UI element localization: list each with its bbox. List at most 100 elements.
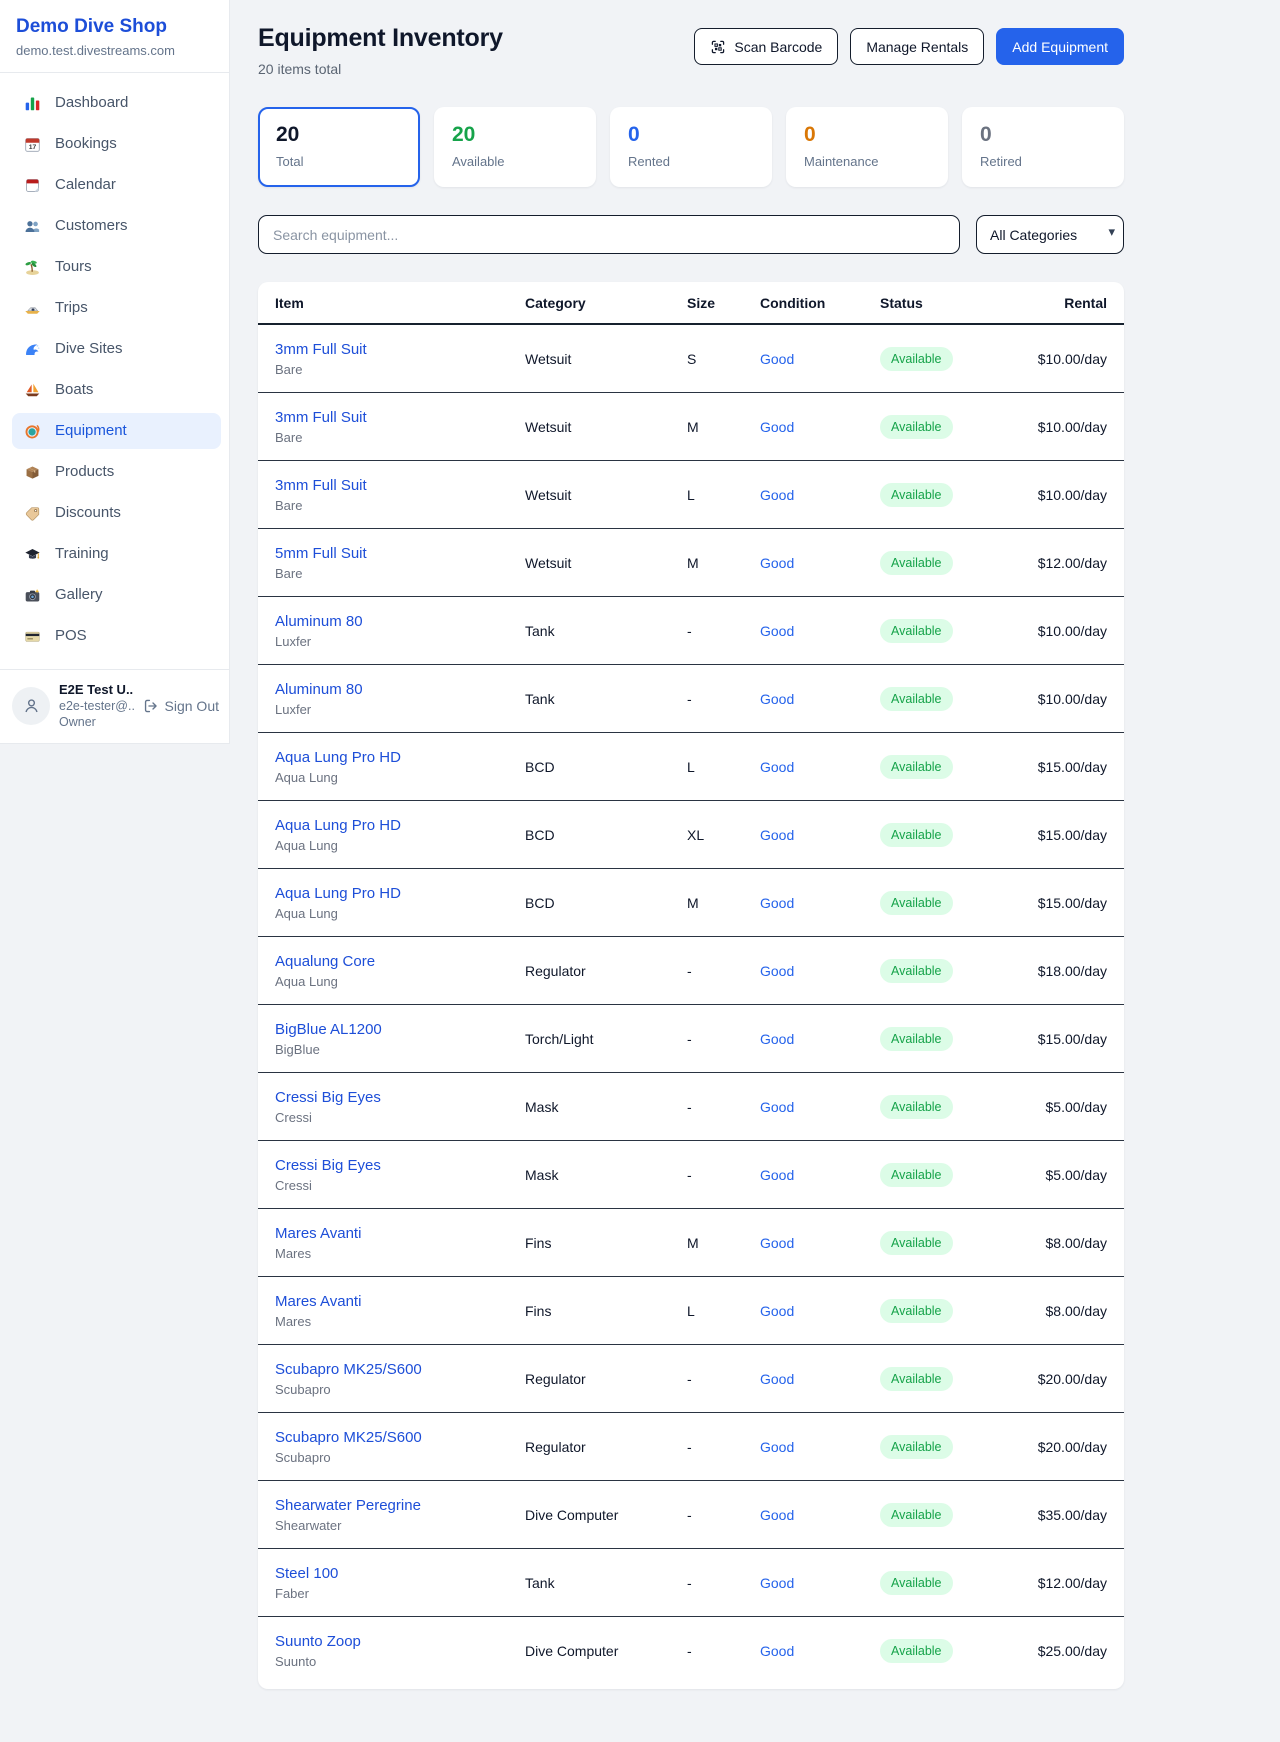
- stat-label: Total: [276, 154, 402, 169]
- status-cell: Available: [880, 1571, 1030, 1595]
- condition-link[interactable]: Good: [760, 1099, 880, 1115]
- filter-row: All Categories ▾: [258, 215, 1124, 254]
- sidebar-item-customers[interactable]: Customers: [12, 208, 221, 244]
- table-row: Cressi Big Eyes Cressi Mask - Good Avail…: [258, 1073, 1124, 1141]
- item-category: Fins: [525, 1235, 687, 1251]
- item-link[interactable]: 5mm Full Suit: [275, 545, 525, 562]
- sidebar-item-training[interactable]: Training: [12, 536, 221, 572]
- condition-link[interactable]: Good: [760, 555, 880, 571]
- item-size: -: [687, 963, 760, 979]
- status-badge: Available: [880, 959, 953, 983]
- page-title: Equipment Inventory: [258, 24, 503, 53]
- stat-value: 0: [804, 123, 930, 146]
- condition-link[interactable]: Good: [760, 351, 880, 367]
- table-row: Aluminum 80 Luxfer Tank - Good Available…: [258, 665, 1124, 733]
- sidebar-item-gallery[interactable]: Gallery: [12, 577, 221, 613]
- item-link[interactable]: Aluminum 80: [275, 613, 525, 630]
- condition-link[interactable]: Good: [760, 1235, 880, 1251]
- condition-link[interactable]: Good: [760, 963, 880, 979]
- condition-link[interactable]: Good: [760, 623, 880, 639]
- stat-card-maintenance[interactable]: 0 Maintenance: [786, 107, 948, 187]
- item-link[interactable]: Mares Avanti: [275, 1225, 525, 1242]
- condition-link[interactable]: Good: [760, 827, 880, 843]
- item-category: Tank: [525, 1575, 687, 1591]
- table-row: 3mm Full Suit Bare Wetsuit L Good Availa…: [258, 461, 1124, 529]
- item-link[interactable]: 3mm Full Suit: [275, 409, 525, 426]
- item-link[interactable]: Cressi Big Eyes: [275, 1089, 525, 1106]
- item-link[interactable]: BigBlue AL1200: [275, 1021, 525, 1038]
- wave-icon: [22, 341, 42, 358]
- condition-link[interactable]: Good: [760, 1167, 880, 1183]
- item-link[interactable]: Aluminum 80: [275, 681, 525, 698]
- stat-card-total[interactable]: 20 Total: [258, 107, 420, 187]
- item-cell: 3mm Full Suit Bare: [275, 409, 525, 445]
- item-brand: Luxfer: [275, 702, 525, 717]
- search-input[interactable]: [258, 215, 960, 254]
- condition-link[interactable]: Good: [760, 1575, 880, 1591]
- item-link[interactable]: Scubapro MK25/S600: [275, 1361, 525, 1378]
- user-role: Owner: [59, 715, 134, 729]
- sidebar-item-bookings[interactable]: 17 Bookings: [12, 126, 221, 162]
- item-brand: Suunto: [275, 1654, 525, 1669]
- item-cell: Mares Avanti Mares: [275, 1293, 525, 1329]
- condition-link[interactable]: Good: [760, 1643, 880, 1659]
- user-name: E2E Test U...: [59, 682, 134, 697]
- item-link[interactable]: Steel 100: [275, 1565, 525, 1582]
- sign-out-button[interactable]: Sign Out: [143, 698, 219, 714]
- item-link[interactable]: Aqua Lung Pro HD: [275, 749, 525, 766]
- stat-value: 0: [980, 123, 1106, 146]
- stat-label: Rented: [628, 154, 754, 169]
- item-link[interactable]: Mares Avanti: [275, 1293, 525, 1310]
- brand-link[interactable]: Demo Dive Shop: [16, 16, 213, 38]
- sidebar-item-discounts[interactable]: Discounts: [12, 495, 221, 531]
- status-badge: Available: [880, 823, 953, 847]
- stat-card-rented[interactable]: 0 Rented: [610, 107, 772, 187]
- add-equipment-button[interactable]: Add Equipment: [996, 28, 1124, 65]
- item-link[interactable]: 3mm Full Suit: [275, 477, 525, 494]
- condition-link[interactable]: Good: [760, 1507, 880, 1523]
- column-header-item: Item: [275, 295, 525, 311]
- sidebar-item-dashboard[interactable]: Dashboard: [12, 85, 221, 121]
- item-link[interactable]: Aqualung Core: [275, 953, 525, 970]
- condition-link[interactable]: Good: [760, 895, 880, 911]
- sidebar-item-label: Calendar: [55, 176, 116, 194]
- tear-calendar-icon: [22, 177, 42, 194]
- item-category: Regulator: [525, 963, 687, 979]
- stat-card-available[interactable]: 20 Available: [434, 107, 596, 187]
- condition-link[interactable]: Good: [760, 1031, 880, 1047]
- condition-link[interactable]: Good: [760, 759, 880, 775]
- stat-card-retired[interactable]: 0 Retired: [962, 107, 1124, 187]
- condition-link[interactable]: Good: [760, 419, 880, 435]
- item-link[interactable]: Shearwater Peregrine: [275, 1497, 525, 1514]
- condition-link[interactable]: Good: [760, 1371, 880, 1387]
- manage-rentals-button[interactable]: Manage Rentals: [850, 28, 984, 65]
- rental-value: $15.00/day: [1030, 895, 1107, 911]
- item-link[interactable]: Aqua Lung Pro HD: [275, 885, 525, 902]
- status-badge: Available: [880, 551, 953, 575]
- sidebar-item-tours[interactable]: Tours: [12, 249, 221, 285]
- sidebar-item-products[interactable]: Products: [12, 454, 221, 490]
- item-link[interactable]: Scubapro MK25/S600: [275, 1429, 525, 1446]
- item-link[interactable]: Aqua Lung Pro HD: [275, 817, 525, 834]
- sidebar-item-trips[interactable]: Trips: [12, 290, 221, 326]
- condition-link[interactable]: Good: [760, 1439, 880, 1455]
- item-size: -: [687, 623, 760, 639]
- sidebar-item-equipment[interactable]: Equipment: [12, 413, 221, 449]
- sidebar-item-calendar[interactable]: Calendar: [12, 167, 221, 203]
- item-link[interactable]: Cressi Big Eyes: [275, 1157, 525, 1174]
- scan-barcode-button[interactable]: Scan Barcode: [694, 28, 838, 65]
- sidebar-item-dive-sites[interactable]: Dive Sites: [12, 331, 221, 367]
- condition-link[interactable]: Good: [760, 691, 880, 707]
- item-link[interactable]: 3mm Full Suit: [275, 341, 525, 358]
- condition-link[interactable]: Good: [760, 1303, 880, 1319]
- sidebar-item-pos[interactable]: POS: [12, 618, 221, 654]
- item-cell: Steel 100 Faber: [275, 1565, 525, 1601]
- sidebar-item-label: POS: [55, 627, 87, 645]
- category-select[interactable]: All Categories: [976, 215, 1124, 254]
- sidebar-item-boats[interactable]: Boats: [12, 372, 221, 408]
- status-cell: Available: [880, 1435, 1030, 1459]
- item-link[interactable]: Suunto Zoop: [275, 1633, 525, 1650]
- stat-value: 0: [628, 123, 754, 146]
- condition-link[interactable]: Good: [760, 487, 880, 503]
- status-badge: Available: [880, 1027, 953, 1051]
